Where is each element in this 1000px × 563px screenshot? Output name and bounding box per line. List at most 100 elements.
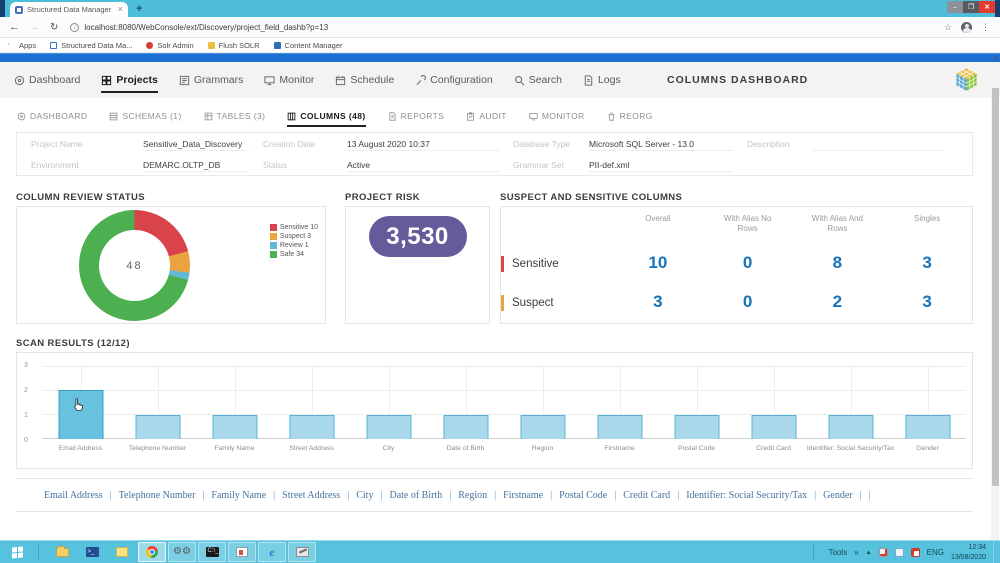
table-value: 10 bbox=[613, 253, 703, 284]
bookmark-sdm[interactable]: Structured Data Ma... bbox=[50, 41, 132, 50]
show-hidden-icons-icon[interactable]: ▲ bbox=[866, 550, 872, 556]
nav-projects[interactable]: Projects bbox=[101, 62, 157, 98]
footer-link[interactable]: Firstname bbox=[503, 490, 543, 501]
notes-icon bbox=[116, 547, 128, 557]
field-label: Status bbox=[263, 160, 347, 170]
nav-schedule[interactable]: Schedule bbox=[335, 62, 394, 98]
reload-icon[interactable]: ↻ bbox=[50, 22, 58, 33]
page-info-icon[interactable]: i bbox=[70, 23, 79, 32]
nav-configuration[interactable]: Configuration bbox=[415, 62, 492, 98]
legend-item[interactable]: Review 1 bbox=[270, 242, 318, 249]
address-bar[interactable]: i localhost:8080/WebConsole/ext/Discover… bbox=[70, 23, 944, 32]
toolbar-grip[interactable] bbox=[813, 545, 818, 560]
bookmark-solr-admin[interactable]: Solr Admin bbox=[146, 41, 193, 50]
tab-reports[interactable]: REPORTS bbox=[388, 111, 445, 127]
scan-bar[interactable] bbox=[905, 415, 950, 439]
nav-grammars[interactable]: Grammars bbox=[179, 62, 244, 98]
bookmark-star-icon[interactable]: ☆ bbox=[944, 22, 952, 33]
maximize-button[interactable]: ❐ bbox=[963, 1, 979, 13]
footer-link[interactable]: Date of Birth bbox=[389, 490, 442, 501]
footer-link[interactable]: Region bbox=[458, 490, 487, 501]
start-button[interactable] bbox=[0, 541, 34, 563]
tab-reorg[interactable]: REORG bbox=[607, 111, 653, 127]
browser-menu-icon[interactable]: ⋮ bbox=[981, 22, 990, 33]
footer-link[interactable]: Family Name bbox=[211, 490, 266, 501]
nav-monitor[interactable]: Monitor bbox=[264, 62, 314, 98]
footer-link[interactable]: Credit Card bbox=[623, 490, 670, 501]
scan-bar[interactable] bbox=[212, 415, 257, 439]
nav-search[interactable]: Search bbox=[514, 62, 562, 98]
taskbar-powershell[interactable]: >_ bbox=[78, 542, 106, 562]
footer-link[interactable]: Email Address bbox=[44, 490, 103, 501]
footer-link[interactable]: Gender bbox=[823, 490, 852, 501]
footer-link[interactable]: Street Address bbox=[282, 490, 340, 501]
scan-bar[interactable] bbox=[443, 415, 488, 439]
scan-bar[interactable] bbox=[828, 415, 873, 439]
schemas-icon bbox=[109, 112, 118, 121]
tab-tables[interactable]: TABLES (3) bbox=[204, 111, 266, 127]
legend-item[interactable]: Suspect 3 bbox=[270, 233, 318, 240]
projects-grid-icon bbox=[101, 75, 112, 86]
tab-columns[interactable]: COLUMNS (48) bbox=[287, 111, 365, 127]
column-header: With Alias And Rows bbox=[793, 214, 883, 245]
tools-chevron-icon[interactable]: » bbox=[854, 548, 858, 557]
scan-bar[interactable] bbox=[289, 415, 334, 439]
scan-bar[interactable] bbox=[135, 415, 180, 439]
bookmark-flush-solr[interactable]: Flush SOLR bbox=[208, 41, 260, 50]
footer-link[interactable]: Telephone Number bbox=[119, 490, 196, 501]
footer-link[interactable]: Postal Code bbox=[559, 490, 607, 501]
scrollbar-up-icon[interactable]: ▲ bbox=[992, 55, 998, 61]
browser-tab[interactable]: Structured Data Manager × bbox=[10, 2, 128, 17]
minimize-button[interactable]: – bbox=[947, 1, 963, 13]
taskbar-chrome[interactable] bbox=[138, 542, 166, 562]
legend-item[interactable]: Sensitive 10 bbox=[270, 224, 318, 231]
tools-toolbar[interactable]: Tools bbox=[829, 548, 848, 557]
taskbar-sticky-notes[interactable] bbox=[108, 542, 136, 562]
tray-icon[interactable] bbox=[911, 548, 920, 557]
url-text[interactable]: localhost:8080/WebConsole/ext/Discovery/… bbox=[84, 23, 328, 32]
browser-titlebar: Structured Data Manager × + – ❐ ✕ bbox=[0, 0, 1000, 17]
scan-bar[interactable] bbox=[597, 415, 642, 439]
tray-icon[interactable] bbox=[895, 548, 904, 557]
scan-bar[interactable] bbox=[520, 415, 565, 439]
nav-logs[interactable]: Logs bbox=[583, 62, 621, 98]
footer-link[interactable]: Identifier: Social Security/Tax bbox=[686, 490, 807, 501]
forward-icon[interactable]: → bbox=[29, 21, 40, 33]
scrollbar-thumb[interactable] bbox=[992, 88, 999, 486]
project-risk-title: PROJECT RISK bbox=[345, 192, 420, 203]
tab-audit[interactable]: AUDIT bbox=[466, 111, 507, 127]
footer-link[interactable]: City bbox=[356, 490, 373, 501]
review-status-card: 48 Sensitive 10 Suspect 3 Review 1 Safe … bbox=[16, 206, 326, 324]
tab-schemas[interactable]: SCHEMAS (1) bbox=[109, 111, 181, 127]
taskbar-app-window[interactable] bbox=[228, 542, 256, 562]
language-indicator[interactable]: ENG bbox=[927, 548, 944, 557]
scan-bar[interactable] bbox=[366, 415, 411, 439]
taskbar-file-explorer[interactable] bbox=[48, 542, 76, 562]
bookmark-content-manager[interactable]: Content Manager bbox=[274, 41, 343, 50]
taskbar-admin-tools[interactable] bbox=[288, 542, 316, 562]
scan-bar[interactable] bbox=[751, 415, 796, 439]
clock[interactable]: 12:34 13/08/2020 bbox=[951, 543, 986, 561]
taskbar-command-prompt[interactable]: C:\_ bbox=[198, 542, 226, 562]
tools-icon bbox=[296, 547, 309, 557]
legend-item[interactable]: Safe 34 bbox=[270, 251, 318, 258]
taskbar-settings[interactable]: ⚙⚙ bbox=[168, 542, 196, 562]
scan-bar[interactable] bbox=[674, 415, 719, 439]
back-icon[interactable]: ← bbox=[9, 21, 20, 33]
show-desktop-button[interactable] bbox=[993, 541, 997, 563]
close-button[interactable]: ✕ bbox=[979, 1, 995, 13]
taskbar-internet-explorer[interactable]: e bbox=[258, 542, 286, 562]
suspect-sensitive-card: Overall With Alias No Rows With Alias An… bbox=[500, 206, 973, 324]
tray-icon[interactable] bbox=[879, 548, 888, 557]
tab-close-icon[interactable]: × bbox=[118, 5, 123, 14]
logs-document-icon bbox=[583, 75, 594, 86]
bookmark-apps[interactable]: Apps bbox=[8, 41, 36, 50]
profile-avatar[interactable] bbox=[961, 22, 972, 33]
tab-dashboard[interactable]: DASHBOARD bbox=[17, 111, 87, 127]
new-tab-button[interactable]: + bbox=[136, 3, 142, 15]
field-label: Creation Date bbox=[263, 139, 347, 149]
tab-monitor[interactable]: MONITOR bbox=[529, 111, 585, 127]
review-status-donut-chart[interactable]: 48 bbox=[79, 210, 190, 321]
scan-results-card: 3 2 1 0 Email Address Telephone Number F… bbox=[16, 352, 973, 469]
nav-dashboard[interactable]: Dashboard bbox=[14, 62, 80, 98]
